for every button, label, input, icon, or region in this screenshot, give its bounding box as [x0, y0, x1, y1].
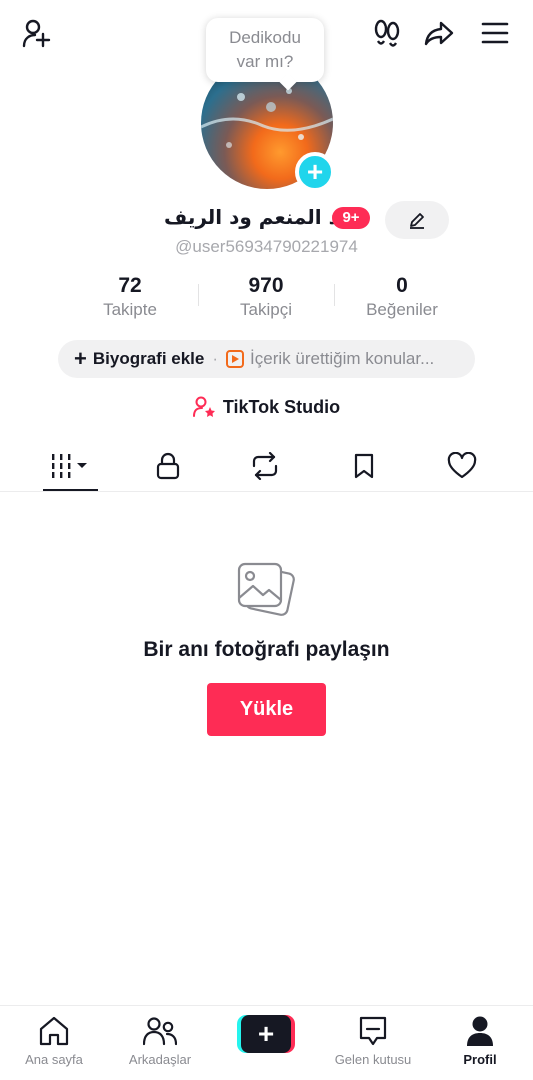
tab-reposts[interactable] — [235, 448, 295, 484]
bubble-line-1: Dedikodu — [229, 28, 301, 47]
tiktok-studio-link[interactable]: TikTok Studio — [0, 396, 533, 418]
tab-liked[interactable] — [432, 448, 492, 484]
profile-icon — [467, 1016, 493, 1046]
stat-label: Beğeniler — [366, 300, 438, 319]
grid-icon — [52, 454, 87, 478]
nav-label: Gelen kutusu — [334, 1052, 412, 1067]
stat-following[interactable]: 72 Takipte — [60, 272, 200, 320]
bubble-line-2: var mı? — [236, 52, 294, 71]
stat-value: 0 — [396, 274, 408, 297]
profile-stats: 72 Takipte 970 Takipçi 0 Beğeniler — [0, 272, 533, 324]
add-bio-label[interactable]: Biyografi ekle — [93, 349, 205, 369]
tab-videos[interactable] — [42, 448, 102, 484]
stat-value: 970 — [248, 274, 284, 297]
edit-profile-button[interactable] — [385, 201, 449, 239]
content-tabs — [0, 440, 533, 492]
nav-friends[interactable]: Arkadaşlar — [110, 1014, 210, 1067]
story-prompt-bubble[interactable]: Dedikodu var mı? — [206, 18, 324, 82]
menu-icon[interactable] — [478, 16, 512, 50]
name-row: عبد المنعم ود الريف 9+ — [0, 201, 533, 239]
add-friend-icon[interactable] — [20, 16, 54, 50]
stat-label: Takipçi — [240, 300, 292, 319]
bio-pill[interactable]: + Biyografi ekle · İçerik ürettiğim konu… — [58, 340, 475, 378]
plus-icon: + — [74, 346, 87, 371]
stat-followers[interactable]: 970 Takipçi — [196, 272, 336, 320]
studio-label: TikTok Studio — [222, 396, 341, 417]
lock-icon — [156, 452, 180, 480]
create-button[interactable]: + — [237, 1015, 295, 1053]
nav-inbox[interactable]: Gelen kutusu — [323, 1014, 423, 1067]
active-tab-indicator — [43, 489, 98, 491]
stat-likes[interactable]: 0 Beğeniler — [332, 272, 472, 320]
inbox-icon — [359, 1016, 387, 1046]
bookmark-icon — [354, 453, 374, 479]
upload-button[interactable]: Yükle — [207, 683, 326, 736]
photo-icon — [237, 562, 295, 616]
nav-home[interactable]: Ana sayfa — [4, 1014, 104, 1067]
nav-profile[interactable]: Profil — [430, 1014, 530, 1067]
bio-separator: · — [212, 349, 219, 368]
nav-label: Arkadaşlar — [128, 1052, 192, 1067]
plus-icon: + — [306, 156, 324, 187]
create-icon: + — [241, 1015, 291, 1053]
bottom-nav: Ana sayfa Arkadaşlar + Gelen kutusu Prof… — [0, 1005, 533, 1080]
friends-icon — [143, 1017, 177, 1046]
tab-favorites[interactable] — [334, 448, 394, 484]
stat-label: Takipte — [103, 300, 157, 319]
heart-icon — [447, 452, 477, 479]
user-handle: @user56934790221974 — [175, 237, 358, 256]
studio-icon — [192, 396, 215, 417]
interest-label[interactable]: İçerik ürettiğim konular... — [250, 349, 434, 369]
nav-label: Profil — [463, 1052, 497, 1067]
repost-icon — [252, 452, 278, 480]
empty-state-title: Bir anı fotoğrafı paylaşın — [143, 638, 390, 661]
pencil-icon — [410, 213, 424, 229]
play-square-icon — [226, 350, 245, 368]
tab-private[interactable] — [138, 448, 198, 484]
nav-label: Ana sayfa — [25, 1052, 83, 1067]
notification-badge: 9+ — [332, 207, 370, 229]
share-icon[interactable] — [422, 16, 456, 50]
stat-value: 72 — [118, 274, 142, 297]
add-story-button[interactable]: + — [295, 152, 335, 192]
home-icon — [39, 1016, 69, 1046]
footprints-icon[interactable] — [370, 16, 404, 50]
